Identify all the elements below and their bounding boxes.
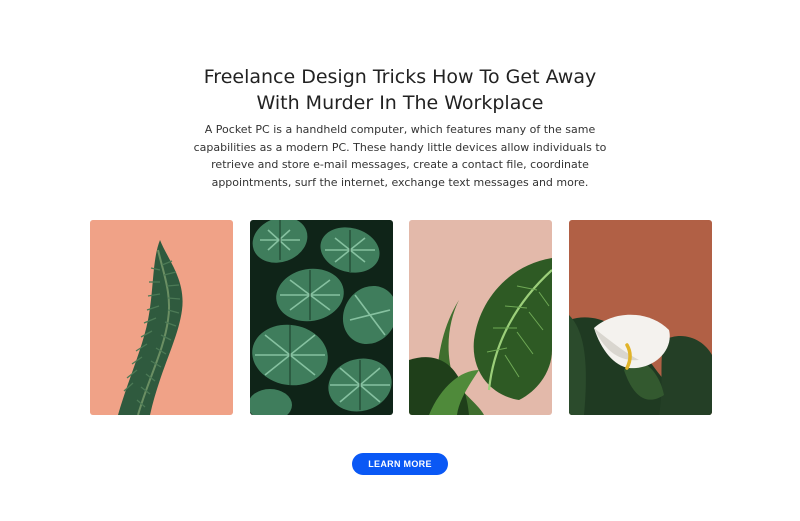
section-title-line-1: Freelance Design Tricks How To Get Away <box>203 66 597 88</box>
green-leaf-image <box>409 220 552 415</box>
gallery-card-1[interactable] <box>90 220 233 415</box>
fern-plant-image <box>90 220 233 415</box>
gallery-card-3[interactable] <box>409 220 552 415</box>
calla-lily-image <box>569 220 712 415</box>
page: Freelance Design Tricks How To Get Away … <box>0 0 800 521</box>
section-description: A Pocket PC is a handheld computer, whic… <box>193 123 607 189</box>
section-title: Freelance Design Tricks How To Get Away … <box>150 64 650 116</box>
learn-more-button[interactable]: LEARN MORE <box>352 453 448 475</box>
section-title-line-2: With Murder In The Workplace <box>256 92 544 114</box>
gallery-card-2[interactable] <box>250 220 393 415</box>
image-gallery <box>90 220 712 415</box>
gallery-card-4[interactable] <box>569 220 712 415</box>
calathea-leaves-image <box>250 220 393 415</box>
